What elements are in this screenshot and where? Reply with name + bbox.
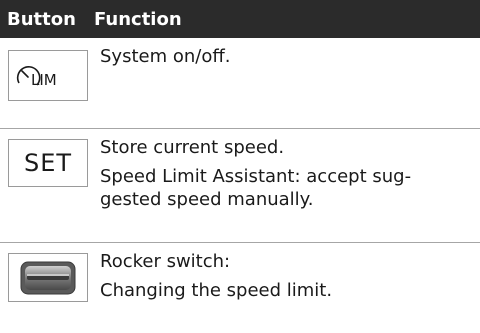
header-button-column: Button [7, 8, 76, 30]
function-text: Store current speed. [100, 137, 285, 158]
header-function-column: Function [94, 8, 182, 30]
function-text: System on/off. [100, 46, 231, 67]
button-function-table: Button Function LIM System on/off. SET S… [0, 0, 480, 333]
button-cell [0, 243, 100, 333]
button-cell: SET [0, 129, 100, 242]
table-row: Rocker switch: Changing the speed limit. [0, 243, 480, 333]
table-row: LIM System on/off. [0, 38, 480, 129]
set-button-icon: SET [8, 139, 88, 187]
table-header: Button Function [0, 0, 480, 38]
function-cell: Store current speed. Speed Limit Assista… [100, 129, 480, 242]
function-text: Rocker switch: [100, 251, 231, 272]
function-text: Changing the speed limit. [100, 280, 333, 301]
set-label: SET [23, 149, 73, 177]
function-cell: System on/off. [100, 38, 480, 128]
svg-text:LIM: LIM [31, 71, 57, 89]
rocker-switch-icon [8, 253, 88, 302]
button-cell: LIM [0, 38, 100, 128]
function-text: Speed Limit Assistant: accept sug-gested… [100, 166, 412, 210]
function-cell: Rocker switch: Changing the speed limit. [100, 243, 480, 333]
table-row: SET Store current speed. Speed Limit Ass… [0, 129, 480, 243]
speed-limit-lim-icon: LIM [8, 50, 88, 101]
